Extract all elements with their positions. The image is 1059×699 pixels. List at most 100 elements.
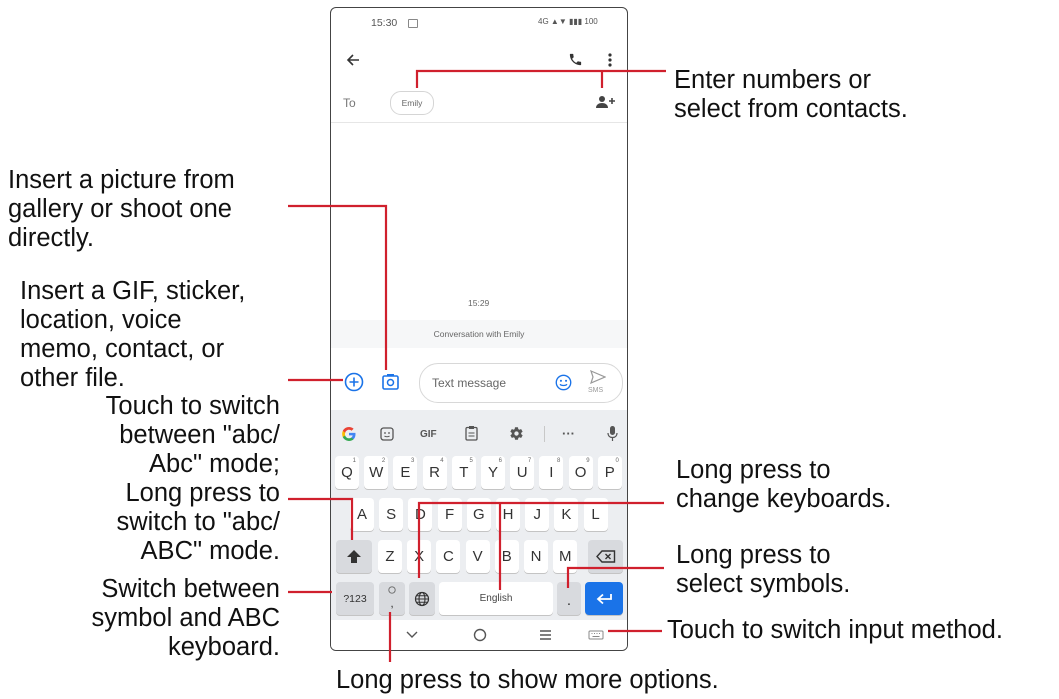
enter-key[interactable]: [585, 582, 623, 615]
enter-arrow-icon: [596, 593, 612, 604]
key-label: R: [429, 464, 441, 481]
key-label: V: [472, 548, 483, 565]
microphone-icon[interactable]: [607, 425, 618, 442]
key-label: W: [369, 464, 384, 481]
key-hint-number: 5: [469, 458, 473, 464]
period-key[interactable]: .: [557, 582, 581, 615]
key-label: Y: [487, 464, 498, 481]
key-n[interactable]: N: [524, 540, 548, 573]
key-label: L: [591, 506, 600, 523]
camera-gallery-icon[interactable]: [381, 372, 401, 392]
key-w[interactable]: W2: [364, 456, 389, 489]
shift-key[interactable]: [336, 540, 372, 573]
key-v[interactable]: V: [465, 540, 490, 573]
keyboard: GIF ··· ?123 , English . Q 1 W 2 E 3 R 4…: [331, 410, 627, 620]
key-l[interactable]: L: [583, 498, 608, 531]
key-label: B: [501, 548, 512, 565]
key-z[interactable]: Z: [378, 540, 402, 573]
key-hint-number: 9: [586, 458, 590, 464]
annotation-period: Long press to select symbols.: [676, 541, 851, 598]
settings-gear-icon[interactable]: [509, 426, 524, 441]
annotation-shift: Touch to switch between "abc/ Abc" mode;…: [105, 392, 280, 565]
symbols-key[interactable]: ?123: [336, 582, 374, 615]
key-label: Q: [341, 464, 353, 481]
switch-input-method-icon[interactable]: [588, 630, 604, 640]
key-p[interactable]: P0: [597, 456, 622, 489]
key-hint-number: 1: [352, 458, 356, 464]
key-label: O: [574, 464, 587, 481]
gif-button[interactable]: GIF: [420, 429, 437, 440]
clipboard-icon[interactable]: [465, 425, 478, 441]
message-placeholder: Text message: [432, 376, 507, 390]
key-hint-number: 3: [411, 458, 415, 464]
key-e[interactable]: E3: [393, 456, 418, 489]
phone-icon[interactable]: [568, 52, 583, 67]
key-hint-number: 2: [381, 458, 386, 464]
key-i[interactable]: I8: [539, 456, 564, 489]
key-b[interactable]: B: [494, 540, 519, 573]
key-label: G: [472, 506, 485, 523]
add-icon[interactable]: [344, 372, 364, 392]
key-label: H: [502, 506, 514, 523]
status-icons: 4G ▲▼ ▮▮▮ 100: [538, 17, 598, 26]
period-key-label: .: [566, 592, 572, 609]
key-q[interactable]: Q1: [335, 456, 359, 489]
backspace-key[interactable]: [588, 540, 623, 573]
key-label: C: [442, 548, 454, 565]
sticker-icon[interactable]: [380, 427, 394, 441]
key-u[interactable]: U7: [510, 456, 535, 489]
shift-arrow-icon: [347, 550, 361, 563]
google-icon[interactable]: [341, 426, 357, 442]
message-input[interactable]: Text message SMS: [419, 363, 623, 403]
key-label: E: [400, 464, 411, 481]
more-options-button[interactable]: ···: [562, 426, 575, 441]
key-label: X: [414, 548, 425, 565]
key-label: S: [386, 506, 397, 523]
symbols-key-label: ?123: [343, 592, 367, 605]
key-label: K: [561, 506, 572, 523]
back-arrow-icon[interactable]: [345, 52, 361, 68]
key-j[interactable]: J: [525, 498, 550, 531]
comma-key-label: ,: [390, 596, 394, 610]
add-contact-icon[interactable]: [594, 95, 616, 109]
language-switch-key[interactable]: [409, 582, 435, 615]
phone-screen: 15:30 4G ▲▼ ▮▮▮ 100 To Emily 15:29 Conve…: [330, 7, 628, 651]
key-label: T: [459, 464, 469, 481]
recents-icon[interactable]: [539, 629, 552, 641]
notification-icon: [408, 19, 418, 28]
key-hint-number: 4: [440, 458, 444, 464]
key-m[interactable]: M: [553, 540, 578, 573]
key-label: Z: [385, 548, 395, 565]
key-s[interactable]: S: [379, 498, 404, 531]
key-t[interactable]: T5: [451, 456, 476, 489]
key-r[interactable]: R4: [422, 456, 447, 489]
key-label: D: [414, 506, 426, 523]
key-k[interactable]: K: [554, 498, 579, 531]
key-a[interactable]: A: [350, 498, 374, 531]
key-y[interactable]: Y6: [481, 456, 505, 489]
emoji-icon[interactable]: [555, 374, 572, 391]
key-hint-number: 8: [557, 458, 561, 464]
key-label: I: [549, 464, 554, 481]
annotation-symbols: Switch between symbol and ABC keyboard.: [91, 575, 280, 661]
comma-key[interactable]: ,: [379, 582, 405, 615]
globe-icon: [414, 591, 430, 606]
key-h[interactable]: H: [496, 498, 520, 531]
key-c[interactable]: C: [436, 540, 461, 573]
hide-keyboard-icon[interactable]: [405, 630, 419, 640]
annotation-contacts: Enter numbers or select from contacts.: [674, 66, 908, 123]
space-bar[interactable]: English: [439, 582, 553, 615]
recipient-divider: [331, 122, 627, 123]
key-o[interactable]: O9: [568, 456, 593, 489]
send-icon[interactable]: [590, 370, 606, 384]
home-icon[interactable]: [473, 628, 487, 642]
conversation-label: Conversation with Emily: [433, 329, 525, 339]
key-f[interactable]: F: [437, 498, 462, 531]
more-vert-icon[interactable]: [607, 52, 613, 68]
key-x[interactable]: X: [407, 540, 432, 573]
annotation-attach: Insert a GIF, sticker, location, voice m…: [20, 277, 246, 392]
key-g[interactable]: G: [466, 498, 491, 531]
toolbar-divider: [544, 426, 545, 442]
key-d[interactable]: D: [408, 498, 433, 531]
recipient-chip[interactable]: Emily: [390, 91, 434, 115]
